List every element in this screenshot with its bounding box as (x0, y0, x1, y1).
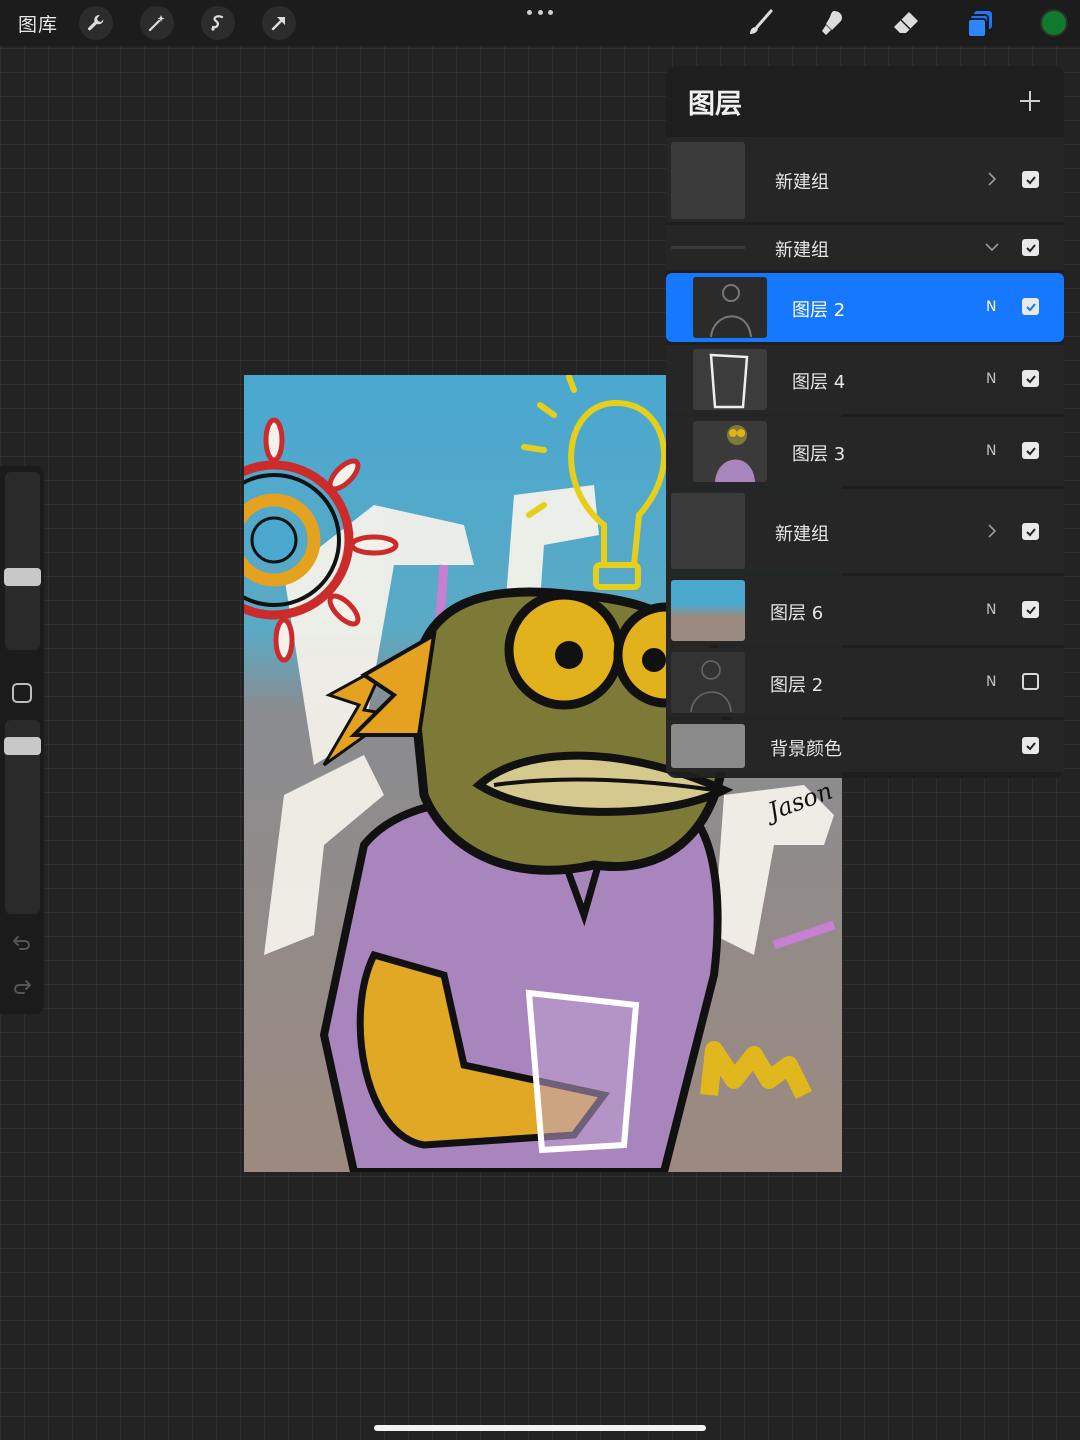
add-layer-plus-icon[interactable] (1016, 87, 1044, 115)
check-icon (1025, 605, 1036, 614)
blend-mode-button[interactable]: N (986, 371, 996, 387)
visibility-checkbox[interactable] (1022, 737, 1039, 754)
layers-button[interactable] (963, 6, 997, 40)
glass-thumbnail (709, 353, 749, 409)
gallery-button[interactable]: 图库 (18, 10, 58, 37)
dot-icon (527, 9, 532, 15)
layer-row[interactable]: 图层 2 N (666, 648, 1064, 717)
layer-row[interactable]: 图层 6 N (666, 576, 1064, 645)
blend-mode-button[interactable]: N (986, 602, 996, 618)
smudge-icon (822, 11, 843, 35)
visibility-checkbox[interactable] (1022, 171, 1039, 188)
selection-icon (211, 15, 224, 31)
frog-color-thumbnail (715, 425, 755, 482)
check-icon (1025, 243, 1036, 252)
eraser-icon (894, 12, 918, 33)
layer-name: 新建组 (775, 172, 829, 193)
check-icon (1025, 302, 1036, 311)
layer-thumbnail (671, 652, 745, 713)
brush-icon (750, 9, 773, 34)
adjustments-button[interactable] (140, 6, 174, 40)
actions-button[interactable] (79, 6, 113, 40)
brush-size-slider[interactable] (5, 472, 40, 650)
layer-name: 背景颜色 (770, 739, 842, 760)
background-color-row[interactable]: 背景颜色 (666, 720, 1064, 772)
layer-name: 图层 3 (792, 444, 846, 465)
blend-mode-button[interactable]: N (986, 674, 996, 690)
frog-sketch-thumbnail (690, 660, 732, 713)
dot-icon (537, 9, 543, 15)
magic-wand-icon (148, 15, 165, 32)
layer-name: 图层 2 (792, 300, 846, 321)
layers-panel: 图层 新建组 新建组 图层 2 N 图层 4 N 图层 3 N 新建组 图层 6… (666, 66, 1064, 778)
check-icon (1025, 175, 1036, 184)
group-thumbnail (671, 142, 745, 219)
undo-icon (13, 936, 30, 950)
undo-button[interactable] (10, 932, 34, 952)
layer-row[interactable]: 图层 4 N (666, 345, 1064, 414)
layer-name: 图层 2 (770, 675, 824, 696)
more-options-button[interactable] (527, 4, 553, 20)
layer-name: 图层 4 (792, 372, 846, 393)
visibility-checkbox[interactable] (1022, 239, 1039, 256)
group-thumbnail (671, 493, 745, 569)
visibility-checkbox[interactable] (1022, 523, 1039, 540)
check-icon (1025, 527, 1036, 536)
layer-group-row[interactable]: 新建组 (666, 137, 1064, 222)
check-icon (1025, 741, 1036, 750)
layer-name: 新建组 (775, 524, 829, 545)
top-toolbar: 图库 (0, 0, 1080, 46)
panel-title: 图层 (688, 89, 742, 120)
check-icon (1025, 446, 1036, 455)
redo-button[interactable] (10, 976, 34, 996)
layer-row[interactable]: 图层 3 N (666, 417, 1064, 486)
frog-sketch-thumbnail (710, 284, 752, 338)
modify-button[interactable] (12, 683, 32, 703)
layers-icon (967, 11, 992, 38)
visibility-checkbox[interactable] (1022, 601, 1039, 618)
transform-button[interactable] (262, 6, 296, 40)
blend-mode-button[interactable]: N (986, 299, 996, 315)
chevron-right-icon[interactable] (984, 171, 1000, 187)
layer-row-selected[interactable]: 图层 2 N (666, 273, 1064, 342)
eraser-tool-button[interactable] (889, 6, 923, 40)
brush-tool-button[interactable] (743, 6, 777, 40)
group-divider (671, 246, 745, 249)
visibility-checkbox[interactable] (1022, 442, 1039, 459)
wrench-icon (88, 15, 104, 31)
transform-arrow-icon (271, 17, 285, 31)
smudge-tool-button[interactable] (815, 6, 849, 40)
layer-group-row[interactable]: 新建组 (666, 225, 1064, 270)
check-icon (1025, 374, 1036, 383)
layer-name: 新建组 (775, 240, 829, 261)
visibility-checkbox[interactable] (1022, 298, 1039, 315)
dot-icon (548, 9, 553, 15)
layer-thumbnail (693, 421, 767, 482)
color-picker-button[interactable] (1040, 9, 1068, 37)
layer-thumbnail (693, 277, 767, 338)
visibility-checkbox[interactable] (1022, 673, 1039, 690)
chevron-right-icon[interactable] (984, 523, 1000, 539)
home-indicator[interactable] (374, 1425, 706, 1431)
blend-mode-button[interactable]: N (986, 443, 996, 459)
background-swatch (671, 724, 745, 768)
layer-name: 图层 6 (770, 603, 824, 624)
selection-button[interactable] (201, 6, 235, 40)
chevron-down-icon[interactable] (984, 239, 1000, 255)
layer-group-row[interactable]: 新建组 (666, 489, 1064, 573)
redo-icon (14, 980, 31, 994)
brush-size-handle[interactable] (4, 568, 41, 586)
layer-thumbnail (693, 349, 767, 410)
layer-thumbnail (671, 580, 745, 641)
opacity-handle[interactable] (4, 737, 41, 755)
visibility-checkbox[interactable] (1022, 370, 1039, 387)
